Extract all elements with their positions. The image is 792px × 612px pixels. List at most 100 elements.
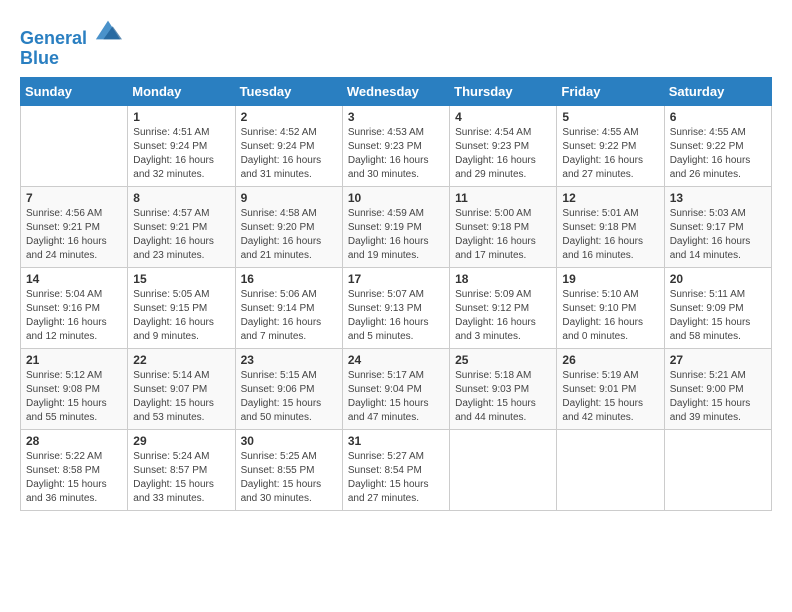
cell-content: Sunrise: 5:01 AM Sunset: 9:18 PM Dayligh… [562, 207, 658, 263]
day-number: 16 [241, 272, 337, 286]
day-number: 18 [455, 272, 551, 286]
cell-content: Sunrise: 4:56 AM Sunset: 9:21 PM Dayligh… [26, 207, 122, 263]
cell-content: Sunrise: 5:14 AM Sunset: 9:07 PM Dayligh… [133, 369, 229, 425]
cell-content: Sunrise: 5:06 AM Sunset: 9:14 PM Dayligh… [241, 288, 337, 344]
cell-content: Sunrise: 4:54 AM Sunset: 9:23 PM Dayligh… [455, 126, 551, 182]
calendar-cell: 29Sunrise: 5:24 AM Sunset: 8:57 PM Dayli… [128, 429, 235, 510]
day-number: 28 [26, 434, 122, 448]
calendar-cell: 7 Sunrise: 4:56 AM Sunset: 9:21 PM Daylig… [21, 186, 128, 267]
week-row-1: 1Sunrise: 4:51 AM Sunset: 9:24 PM Daylig… [21, 105, 772, 186]
calendar-cell: 10 Sunrise: 4:59 AM Sunset: 9:19 PM Dayli… [342, 186, 449, 267]
day-number: 3 [348, 110, 444, 124]
day-number: 30 [241, 434, 337, 448]
cell-content: Sunrise: 4:58 AM Sunset: 9:20 PM Dayligh… [241, 207, 337, 263]
cell-content: Sunrise: 4:59 AM Sunset: 9:19 PM Dayligh… [348, 207, 444, 263]
col-header-saturday: Saturday [664, 77, 771, 105]
calendar-cell: 13Sunrise: 5:03 AM Sunset: 9:17 PM Dayli… [664, 186, 771, 267]
calendar-cell: 5Sunrise: 4:55 AM Sunset: 9:22 PM Daylig… [557, 105, 664, 186]
day-number: 20 [670, 272, 766, 286]
calendar-cell: 6Sunrise: 4:55 AM Sunset: 9:22 PM Daylig… [664, 105, 771, 186]
calendar-cell: 18 Sunrise: 5:09 AM Sunset: 9:12 PM Dayli… [450, 267, 557, 348]
logo-icon [94, 16, 122, 44]
cell-content: Sunrise: 5:05 AM Sunset: 9:15 PM Dayligh… [133, 288, 229, 344]
week-row-3: 14 Sunrise: 5:04 AM Sunset: 9:16 PM Dayli… [21, 267, 772, 348]
calendar-cell: 8 Sunrise: 4:57 AM Sunset: 9:21 PM Daylig… [128, 186, 235, 267]
day-number: 29 [133, 434, 229, 448]
cell-content: Sunrise: 5:27 AM Sunset: 8:54 PM Dayligh… [348, 450, 444, 506]
calendar-cell: 14 Sunrise: 5:04 AM Sunset: 9:16 PM Dayli… [21, 267, 128, 348]
calendar-cell: 4Sunrise: 4:54 AM Sunset: 9:23 PM Daylig… [450, 105, 557, 186]
day-number: 24 [348, 353, 444, 367]
day-number: 15 [133, 272, 229, 286]
calendar-cell: 21 Sunrise: 5:12 AM Sunset: 9:08 PM Dayli… [21, 348, 128, 429]
calendar-cell: 16 Sunrise: 5:06 AM Sunset: 9:14 PM Dayli… [235, 267, 342, 348]
calendar-cell: 9 Sunrise: 4:58 AM Sunset: 9:20 PM Daylig… [235, 186, 342, 267]
calendar-cell [450, 429, 557, 510]
cell-content: Sunrise: 5:09 AM Sunset: 9:12 PM Dayligh… [455, 288, 551, 344]
day-number: 26 [562, 353, 658, 367]
calendar-cell: 26 Sunrise: 5:19 AM Sunset: 9:01 PM Dayli… [557, 348, 664, 429]
header-row: SundayMondayTuesdayWednesdayThursdayFrid… [21, 77, 772, 105]
calendar-cell: 24 Sunrise: 5:17 AM Sunset: 9:04 PM Dayli… [342, 348, 449, 429]
day-number: 21 [26, 353, 122, 367]
day-number: 2 [241, 110, 337, 124]
calendar-cell [21, 105, 128, 186]
day-number: 7 [26, 191, 122, 205]
cell-content: Sunrise: 5:15 AM Sunset: 9:06 PM Dayligh… [241, 369, 337, 425]
cell-content: Sunrise: 4:55 AM Sunset: 9:22 PM Dayligh… [562, 126, 658, 182]
calendar-cell: 20 Sunrise: 5:11 AM Sunset: 9:09 PM Dayli… [664, 267, 771, 348]
day-number: 22 [133, 353, 229, 367]
day-number: 13 [670, 191, 766, 205]
logo: General Blue [20, 16, 122, 69]
col-header-sunday: Sunday [21, 77, 128, 105]
calendar-cell [664, 429, 771, 510]
calendar-cell: 17 Sunrise: 5:07 AM Sunset: 9:13 PM Dayli… [342, 267, 449, 348]
cell-content: Sunrise: 5:21 AM Sunset: 9:00 PM Dayligh… [670, 369, 766, 425]
cell-content: Sunrise: 4:52 AM Sunset: 9:24 PM Dayligh… [241, 126, 337, 182]
day-number: 23 [241, 353, 337, 367]
calendar-cell: 30 Sunrise: 5:25 AM Sunset: 8:55 PM Dayli… [235, 429, 342, 510]
calendar-cell: 31 Sunrise: 5:27 AM Sunset: 8:54 PM Dayli… [342, 429, 449, 510]
col-header-wednesday: Wednesday [342, 77, 449, 105]
calendar-cell: 19 Sunrise: 5:10 AM Sunset: 9:10 PM Dayli… [557, 267, 664, 348]
cell-content: Sunrise: 5:00 AM Sunset: 9:18 PM Dayligh… [455, 207, 551, 263]
calendar-cell: 3 Sunrise: 4:53 AM Sunset: 9:23 PM Daylig… [342, 105, 449, 186]
day-number: 9 [241, 191, 337, 205]
day-number: 10 [348, 191, 444, 205]
day-number: 8 [133, 191, 229, 205]
cell-content: Sunrise: 5:19 AM Sunset: 9:01 PM Dayligh… [562, 369, 658, 425]
calendar-cell: 27 Sunrise: 5:21 AM Sunset: 9:00 PM Dayli… [664, 348, 771, 429]
week-row-2: 7 Sunrise: 4:56 AM Sunset: 9:21 PM Daylig… [21, 186, 772, 267]
calendar-cell: 11 Sunrise: 5:00 AM Sunset: 9:18 PM Dayli… [450, 186, 557, 267]
day-number: 31 [348, 434, 444, 448]
calendar-cell: 22 Sunrise: 5:14 AM Sunset: 9:07 PM Dayli… [128, 348, 235, 429]
cell-content: Sunrise: 4:51 AM Sunset: 9:24 PM Dayligh… [133, 126, 229, 182]
cell-content: Sunrise: 5:12 AM Sunset: 9:08 PM Dayligh… [26, 369, 122, 425]
calendar-cell: 2 Sunrise: 4:52 AM Sunset: 9:24 PM Daylig… [235, 105, 342, 186]
cell-content: Sunrise: 4:55 AM Sunset: 9:22 PM Dayligh… [670, 126, 766, 182]
week-row-4: 21 Sunrise: 5:12 AM Sunset: 9:08 PM Dayli… [21, 348, 772, 429]
cell-content: Sunrise: 5:25 AM Sunset: 8:55 PM Dayligh… [241, 450, 337, 506]
calendar-cell: 15 Sunrise: 5:05 AM Sunset: 9:15 PM Dayli… [128, 267, 235, 348]
cell-content: Sunrise: 5:18 AM Sunset: 9:03 PM Dayligh… [455, 369, 551, 425]
day-number: 19 [562, 272, 658, 286]
calendar-cell: 25Sunrise: 5:18 AM Sunset: 9:03 PM Dayli… [450, 348, 557, 429]
calendar-table: SundayMondayTuesdayWednesdayThursdayFrid… [20, 77, 772, 511]
week-row-5: 28Sunrise: 5:22 AM Sunset: 8:58 PM Dayli… [21, 429, 772, 510]
cell-content: Sunrise: 5:10 AM Sunset: 9:10 PM Dayligh… [562, 288, 658, 344]
cell-content: Sunrise: 5:04 AM Sunset: 9:16 PM Dayligh… [26, 288, 122, 344]
day-number: 27 [670, 353, 766, 367]
cell-content: Sunrise: 5:07 AM Sunset: 9:13 PM Dayligh… [348, 288, 444, 344]
day-number: 17 [348, 272, 444, 286]
cell-content: Sunrise: 4:57 AM Sunset: 9:21 PM Dayligh… [133, 207, 229, 263]
cell-content: Sunrise: 5:17 AM Sunset: 9:04 PM Dayligh… [348, 369, 444, 425]
logo-general: General [20, 28, 87, 48]
col-header-tuesday: Tuesday [235, 77, 342, 105]
day-number: 11 [455, 191, 551, 205]
col-header-monday: Monday [128, 77, 235, 105]
cell-content: Sunrise: 4:53 AM Sunset: 9:23 PM Dayligh… [348, 126, 444, 182]
cell-content: Sunrise: 5:11 AM Sunset: 9:09 PM Dayligh… [670, 288, 766, 344]
col-header-thursday: Thursday [450, 77, 557, 105]
calendar-cell [557, 429, 664, 510]
day-number: 14 [26, 272, 122, 286]
